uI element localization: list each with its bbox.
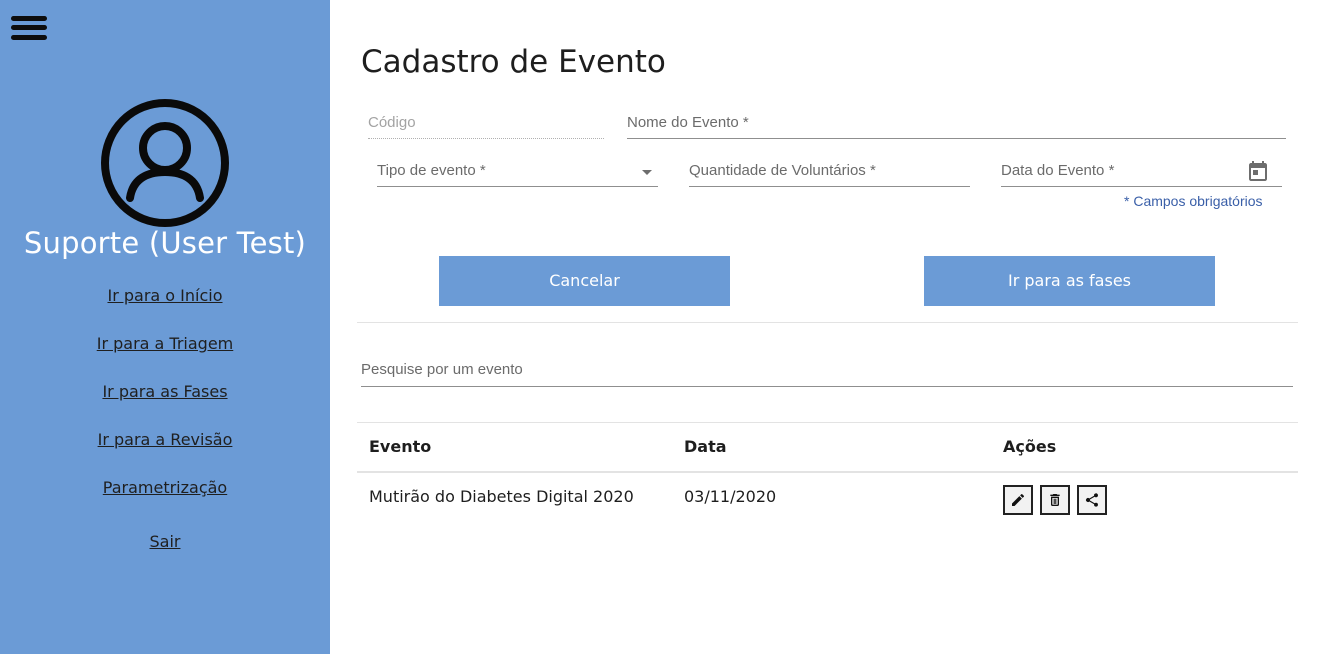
quantidade-voluntarios-placeholder: Quantidade de Voluntários * (689, 162, 876, 179)
share-icon (1085, 493, 1099, 507)
share-button[interactable] (1077, 485, 1107, 515)
nav-link-parametrizacao[interactable]: Parametrização (0, 478, 330, 497)
required-fields-note: * Campos obrigatórios (1124, 193, 1263, 209)
page-title: Cadastro de Evento (361, 44, 666, 80)
table-header-evento: Evento (369, 437, 432, 456)
codigo-underline (368, 138, 604, 139)
search-event-input[interactable]: Pesquise por um evento (361, 361, 1293, 387)
search-underline (361, 386, 1293, 387)
data-evento-field[interactable]: Data do Evento * (1001, 159, 1282, 187)
dropdown-caret-icon (642, 170, 652, 175)
nav-link-fases[interactable]: Ir para as Fases (0, 382, 330, 401)
table-top-divider (357, 422, 1298, 423)
delete-button[interactable] (1040, 485, 1070, 515)
user-name: Suporte (User Test) (23, 226, 307, 260)
sidebar: Suporte (User Test) Ir para o Início Ir … (0, 0, 330, 654)
pencil-icon (1012, 493, 1025, 506)
calendar-icon[interactable] (1246, 159, 1270, 183)
codigo-placeholder: Código (368, 114, 416, 131)
nav-link-inicio[interactable]: Ir para o Início (0, 286, 330, 305)
quantidade-voluntarios-field[interactable]: Quantidade de Voluntários * (689, 162, 970, 187)
nome-evento-placeholder: Nome do Evento * (627, 114, 749, 131)
table-cell-evento: Mutirão do Diabetes Digital 2020 (369, 487, 634, 506)
tipo-evento-placeholder: Tipo de evento * (377, 162, 486, 179)
user-avatar-icon (101, 99, 229, 227)
table-header-divider (357, 471, 1298, 473)
hamburger-menu-icon[interactable] (10, 14, 48, 44)
nav-link-revisao[interactable]: Ir para a Revisão (0, 430, 330, 449)
table-cell-data: 03/11/2020 (684, 487, 777, 506)
nome-evento-field[interactable]: Nome do Evento * (627, 114, 1286, 139)
nav-link-sair[interactable]: Sair (0, 532, 330, 551)
search-placeholder: Pesquise por um evento (361, 361, 523, 378)
cancel-button[interactable]: Cancelar (439, 256, 730, 306)
tipo-evento-select[interactable]: Tipo de evento * (377, 162, 658, 187)
data-evento-underline (1001, 186, 1282, 187)
table-header-acoes: Ações (1003, 437, 1057, 456)
edit-button[interactable] (1003, 485, 1033, 515)
trash-icon (1050, 494, 1060, 506)
nav-link-triagem[interactable]: Ir para a Triagem (0, 334, 330, 353)
codigo-field[interactable]: Código (368, 114, 604, 139)
quantidade-voluntarios-underline (689, 186, 970, 187)
table-header-data: Data (684, 437, 727, 456)
divider (357, 322, 1298, 323)
nome-evento-underline (627, 138, 1286, 139)
go-to-phases-button[interactable]: Ir para as fases (924, 256, 1215, 306)
data-evento-placeholder: Data do Evento * (1001, 162, 1115, 179)
tipo-evento-underline (377, 186, 658, 187)
